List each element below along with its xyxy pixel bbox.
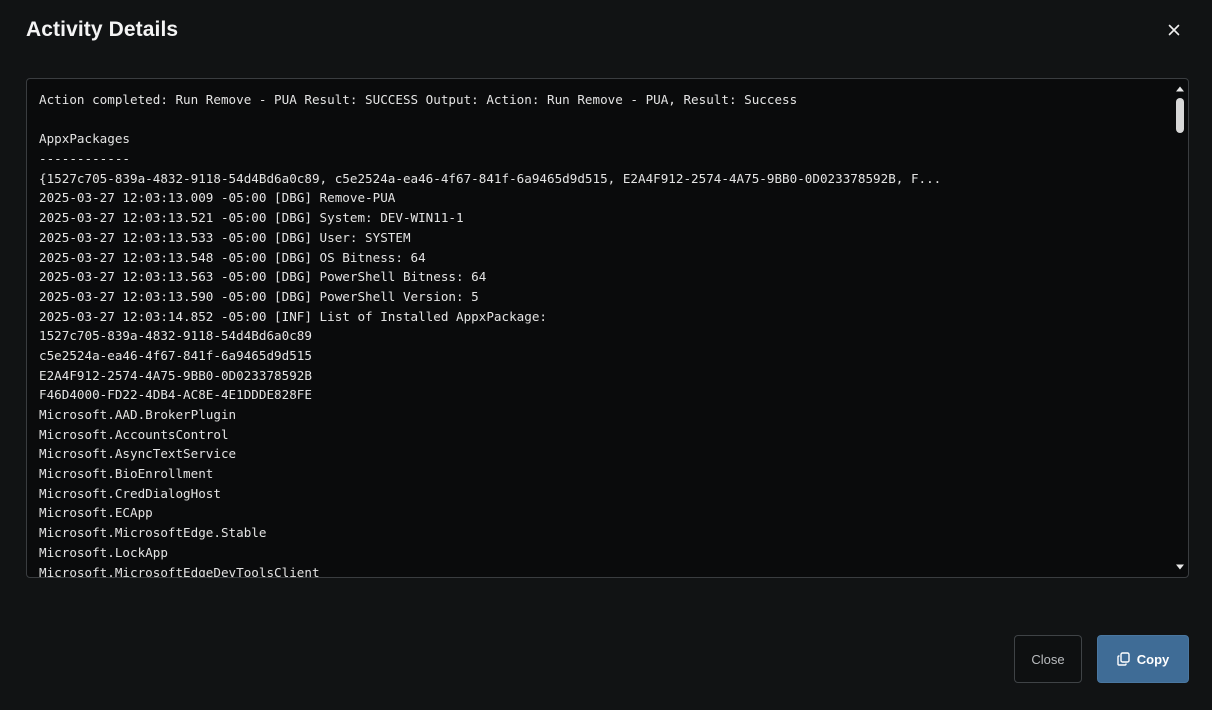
log-line: {1527c705-839a-4832-9118-54d4Bd6a0c89, c… xyxy=(39,170,942,186)
log-line: c5e2524a-ea46-4f67-841f-6a9465d9d515 xyxy=(39,347,312,363)
log-line: Action completed: Run Remove - PUA Resul… xyxy=(39,92,798,107)
log-content: Action completed: Run Remove - PUA Resul… xyxy=(39,90,1168,577)
log-line: Microsoft.AsyncTextService xyxy=(39,446,237,462)
log-line: Microsoft.LockApp xyxy=(39,544,168,560)
log-line: ------------ xyxy=(39,151,130,167)
log-line: Microsoft.MicrosoftEdgeDevToolsClient xyxy=(39,564,320,578)
dialog-title: Activity Details xyxy=(26,18,179,41)
copy-button[interactable]: Copy xyxy=(1097,635,1189,683)
log-line: E2A4F912-2574-4A75-9BB0-0D023378592B xyxy=(39,367,312,383)
log-line: Microsoft.BioEnrollment xyxy=(39,466,214,482)
log-line: 2025-03-27 12:03:13.590 -05:00 [DBG] Pow… xyxy=(39,288,479,304)
log-line: 2025-03-27 12:03:13.533 -05:00 [DBG] Use… xyxy=(39,229,411,245)
log-line: F46D4000-FD22-4DB4-AC8E-4E1DDDE828FE xyxy=(39,387,312,403)
log-line: 2025-03-27 12:03:13.563 -05:00 [DBG] Pow… xyxy=(39,269,487,285)
log-line: 1527c705-839a-4832-9118-54d4Bd6a0c89 xyxy=(39,328,312,344)
log-line: 2025-03-27 12:03:13.548 -05:00 [DBG] OS … xyxy=(39,249,426,265)
copy-icon xyxy=(1117,652,1130,666)
log-line: 2025-03-27 12:03:14.852 -05:00 [INF] Lis… xyxy=(39,308,547,324)
log-line: 2025-03-27 12:03:13.009 -05:00 [DBG] Rem… xyxy=(39,190,396,206)
close-button-label: Close xyxy=(1031,651,1065,667)
close-icon[interactable] xyxy=(1163,19,1185,41)
log-line: Microsoft.CredDialogHost xyxy=(39,485,221,501)
scroll-up-arrow-icon[interactable] xyxy=(1173,82,1187,96)
activity-details-dialog: Activity Details Action completed: Run R… xyxy=(0,0,1212,710)
close-button[interactable]: Close xyxy=(1014,635,1082,683)
log-line: 2025-03-27 12:03:13.521 -05:00 [DBG] Sys… xyxy=(39,210,464,226)
log-line: AppxPackages xyxy=(39,131,130,147)
scroll-thumb[interactable] xyxy=(1176,98,1184,133)
log-line: Microsoft.AAD.BrokerPlugin xyxy=(39,407,237,422)
log-output-box[interactable]: Action completed: Run Remove - PUA Resul… xyxy=(26,78,1189,578)
log-line: Microsoft.ECApp xyxy=(39,505,153,521)
copy-button-label: Copy xyxy=(1136,651,1170,667)
log-line: Microsoft.MicrosoftEdge.Stable xyxy=(39,525,267,541)
log-scrollbar[interactable] xyxy=(1173,80,1187,576)
scroll-down-arrow-icon[interactable] xyxy=(1173,560,1187,574)
log-line: Microsoft.AccountsControl xyxy=(39,426,229,442)
